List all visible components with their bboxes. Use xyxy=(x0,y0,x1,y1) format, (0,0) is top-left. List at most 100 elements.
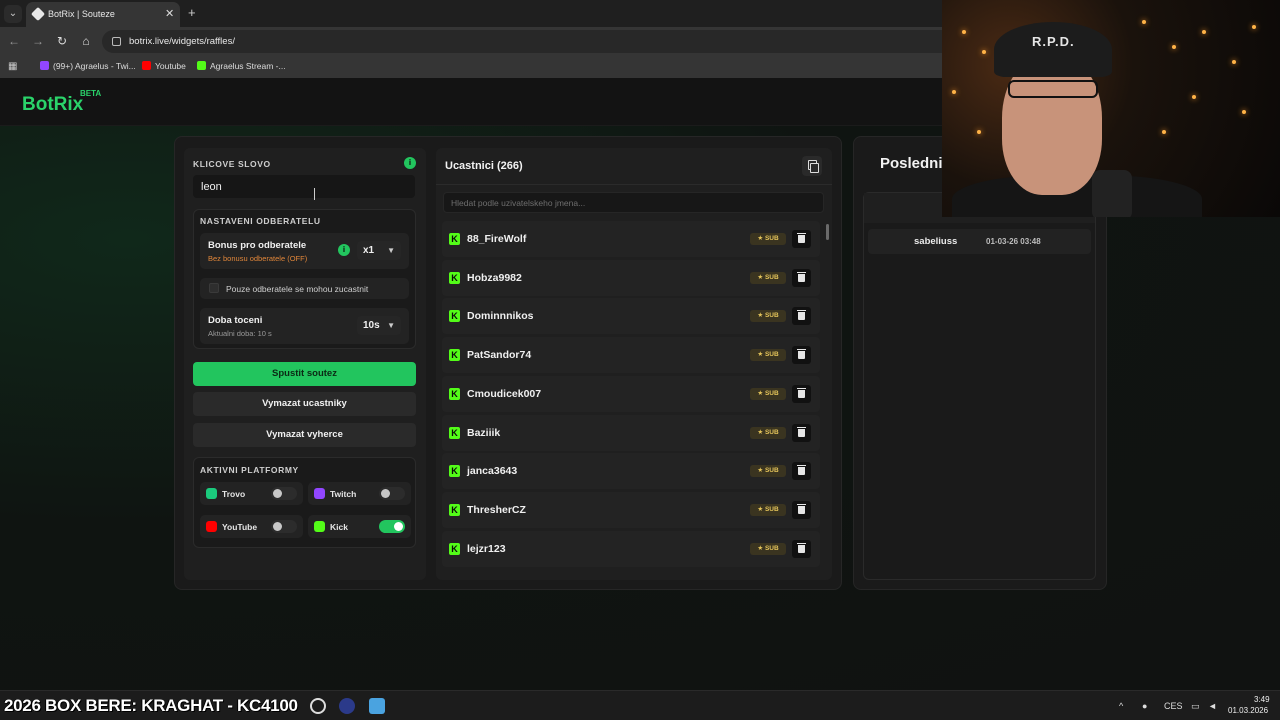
participant-row: K 88_FireWolf ★ SUB xyxy=(442,221,820,257)
obs-icon[interactable] xyxy=(310,698,326,714)
tab-favicon-icon xyxy=(30,6,46,22)
apps-grid-icon[interactable]: ▦ xyxy=(8,61,17,72)
kick-toggle[interactable] xyxy=(379,520,405,533)
kick-icon: K xyxy=(449,310,460,323)
trash-icon[interactable] xyxy=(792,462,811,481)
new-tab-icon[interactable]: + xyxy=(188,5,196,20)
kick-icon: K xyxy=(449,503,460,516)
trash-icon[interactable] xyxy=(792,230,811,248)
sub-badge: ★ SUB xyxy=(750,271,786,284)
youtube-toggle[interactable] xyxy=(271,520,297,533)
home-icon[interactable]: ⌂ xyxy=(78,34,94,48)
spin-title: Doba toceni xyxy=(208,315,263,326)
participant-row: K ThresherCZ ★ SUB xyxy=(442,491,820,528)
participant-name: lejzr123 xyxy=(467,542,506,555)
network-icon[interactable]: ▭ xyxy=(1191,701,1200,712)
platforms-label: AKTIVNI PLATFORMY xyxy=(200,465,299,475)
bookmark-youtube[interactable]: Youtube xyxy=(142,61,186,71)
platform-name: Kick xyxy=(330,522,348,532)
platform-name: Trovo xyxy=(222,489,246,499)
bonus-subtitle: Bez bonusu odberatele (OFF) xyxy=(208,254,308,263)
sub-badge: ★ SUB xyxy=(750,310,786,323)
sub-badge: ★ SUB xyxy=(750,426,786,439)
trash-icon[interactable] xyxy=(792,384,811,403)
url-text: botrix.live/widgets/raffles/ xyxy=(129,36,235,47)
participant-search-input[interactable] xyxy=(443,192,824,213)
twitch-icon xyxy=(314,488,325,499)
participant-row: K Cmoudicek007 ★ SUB xyxy=(442,375,820,412)
kick-icon: K xyxy=(449,349,460,362)
trash-icon[interactable] xyxy=(792,500,811,519)
bonus-card: Bonus pro odberatele Bez bonusu odberate… xyxy=(200,233,409,269)
microphone xyxy=(1092,170,1132,217)
kick-icon: K xyxy=(449,465,460,478)
forward-icon[interactable]: → xyxy=(30,34,46,48)
youtube-icon xyxy=(142,61,151,70)
subs-only-checkbox[interactable] xyxy=(209,283,219,293)
participant-scrollbar[interactable] xyxy=(826,220,829,580)
platform-name: YouTube xyxy=(222,522,258,532)
keyword-label: KLICOVE SLOVO xyxy=(193,159,271,169)
beta-badge: BETA xyxy=(80,89,102,98)
bonus-info-icon[interactable]: i xyxy=(338,244,350,256)
sub-badge: ★ SUB xyxy=(750,233,786,245)
participant-row: Kjanca3643 ★ SUB xyxy=(442,453,820,490)
clear-participants-button[interactable]: Vymazat ucastniky xyxy=(193,392,416,416)
participant-row: Klejzr123 ★ SUB xyxy=(442,530,820,567)
spin-duration-select[interactable]: 10s ▼ xyxy=(357,316,401,335)
participant-row: K Dominnnikos ★ SUB xyxy=(442,298,820,335)
sub-badge: ★ SUB xyxy=(750,387,786,400)
sub-badge: ★ SUB xyxy=(750,542,786,555)
participant-name: PatSandor74 xyxy=(467,349,532,362)
divider xyxy=(436,184,832,185)
mic-icon[interactable]: ● xyxy=(1142,701,1147,711)
site-info-icon[interactable] xyxy=(112,37,121,46)
botrix-logo[interactable]: BotRix xyxy=(22,94,83,116)
clock-date[interactable]: 01.03.2026 xyxy=(1228,706,1268,715)
keyword-info-icon[interactable]: i xyxy=(404,157,416,169)
spin-subtitle: Aktualni doba: 10 s xyxy=(208,329,272,338)
trash-icon[interactable] xyxy=(792,307,811,326)
trovo-toggle[interactable] xyxy=(271,487,297,500)
clock-time[interactable]: 3:49 xyxy=(1254,695,1270,704)
trash-icon[interactable] xyxy=(792,346,811,365)
back-icon[interactable]: ← xyxy=(6,34,22,48)
participant-name: ThresherCZ xyxy=(467,503,526,516)
platform-kick: Kick xyxy=(308,515,411,538)
copy-icon[interactable] xyxy=(802,156,822,176)
trash-icon[interactable] xyxy=(792,268,811,287)
keyword-input[interactable] xyxy=(193,175,415,198)
bookmark-twitch[interactable]: (99+) Agraelus - Twi... xyxy=(40,61,136,71)
winner-row: sabeliuss 01-03-26 03:48 xyxy=(868,229,1091,254)
clear-winners-button[interactable]: Vymazat vyherce xyxy=(193,423,416,447)
start-raffle-button[interactable]: Spustit soutez xyxy=(193,362,416,386)
sub-badge: ★ SUB xyxy=(750,349,786,362)
notepad-icon[interactable] xyxy=(369,698,385,714)
browser-tab[interactable]: BotRix | Souteze ✕ xyxy=(26,2,180,27)
kick-icon: K xyxy=(449,271,460,284)
bonus-multiplier-select[interactable]: x1 ▼ xyxy=(357,241,401,260)
trash-icon[interactable] xyxy=(792,539,811,558)
os-taskbar: 2026 BOX BERE: KRAGHAT - KC4100 ^ ● CES … xyxy=(0,690,1280,720)
participant-row: K PatSandor74 ★ SUB xyxy=(442,337,820,374)
kick-icon: K xyxy=(449,387,460,400)
winner-date: 01-03-26 03:48 xyxy=(986,237,1041,246)
tray-expand-icon[interactable]: ^ xyxy=(1119,701,1123,711)
tab-close-icon[interactable]: ✕ xyxy=(165,7,174,20)
bookmark-kick[interactable]: Agraelus Stream -... xyxy=(197,61,286,71)
tab-search-chevron-icon[interactable]: ⌄ xyxy=(4,5,22,23)
trash-icon[interactable] xyxy=(792,423,811,442)
participant-name: 88_FireWolf xyxy=(467,233,527,245)
twitch-toggle[interactable] xyxy=(379,487,405,500)
participant-row: K Hobza9982 ★ SUB xyxy=(442,259,820,296)
language-indicator[interactable]: CES xyxy=(1164,701,1183,711)
chevron-down-icon: ▼ xyxy=(387,321,395,330)
reload-icon[interactable]: ↻ xyxy=(54,34,70,48)
platform-twitch: Twitch xyxy=(308,482,411,505)
app-icon[interactable] xyxy=(339,698,355,714)
subs-only-row[interactable]: Pouze odberatele se mohou zucastnit xyxy=(200,278,409,299)
participant-name: Baziiik xyxy=(467,426,501,439)
kick-icon: K xyxy=(449,426,460,439)
platform-youtube: YouTube xyxy=(200,515,303,538)
volume-icon[interactable]: ◄ xyxy=(1208,701,1217,711)
